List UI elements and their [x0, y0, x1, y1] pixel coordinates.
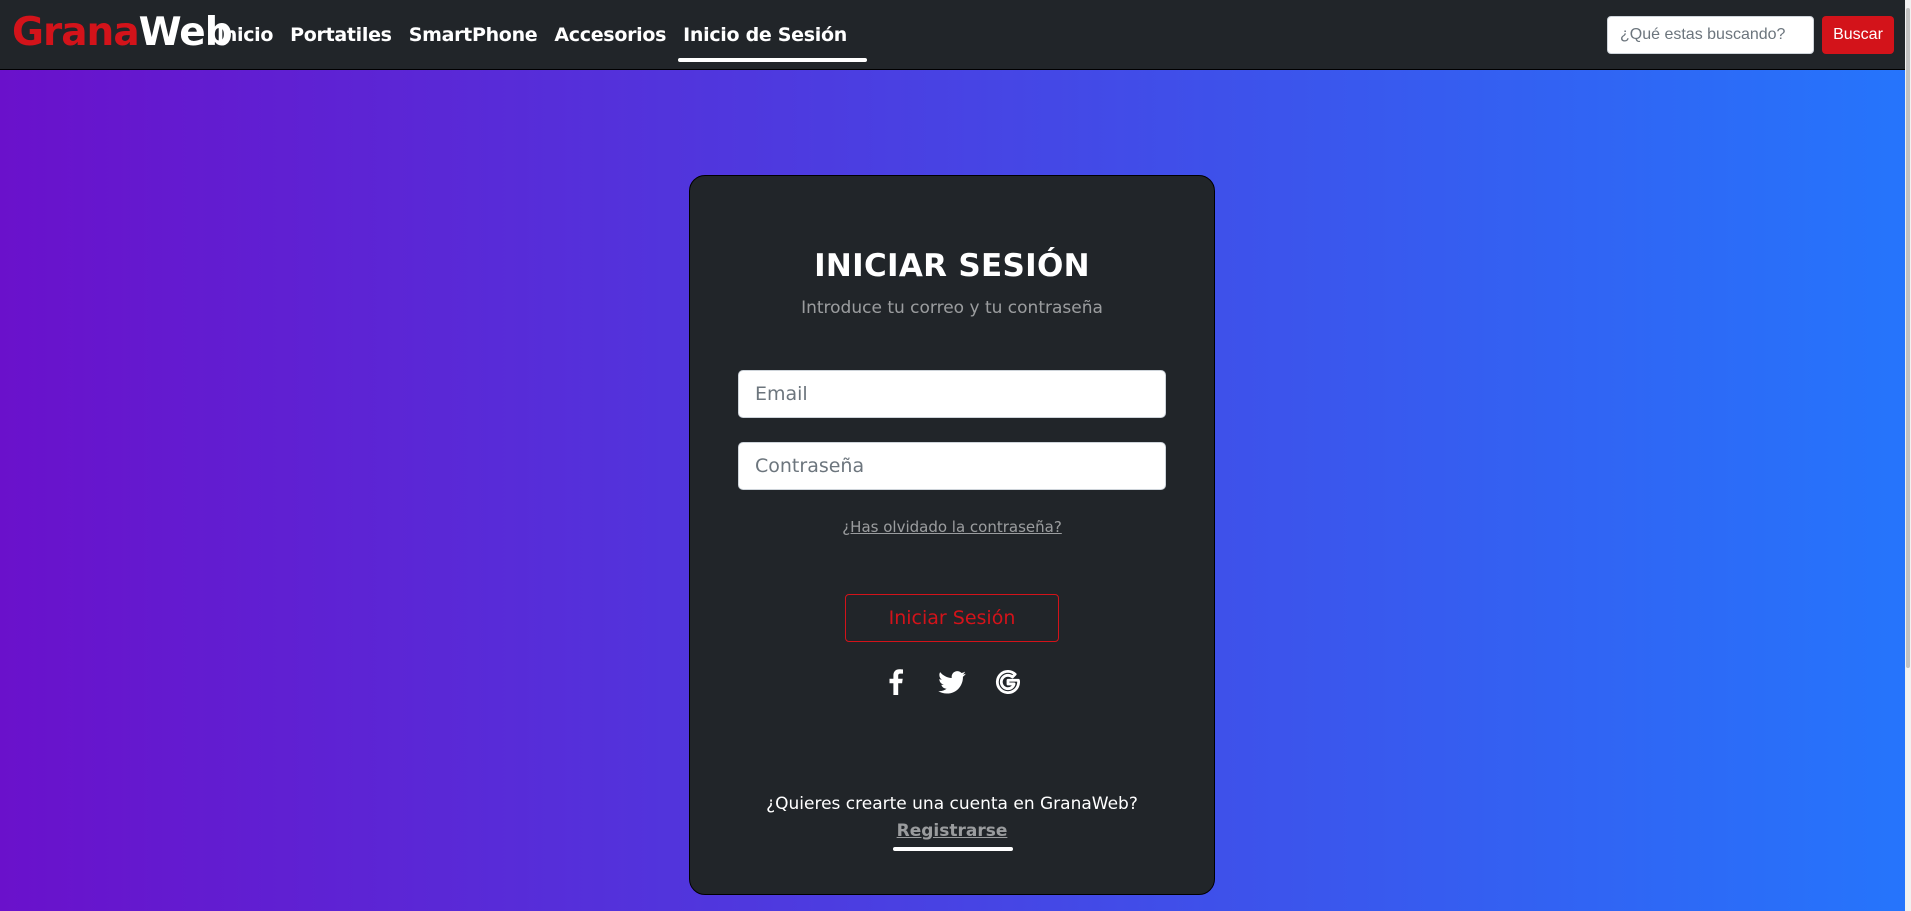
login-title: INICIAR SESIÓN — [814, 248, 1090, 284]
register-underline — [893, 847, 1013, 851]
register-prompt: ¿Quieres crearte una cuenta en GranaWeb? — [766, 794, 1138, 814]
password-field[interactable] — [738, 442, 1166, 490]
navbar: GranaWeb Inicio Portatiles SmartPhone Ac… — [0, 0, 1911, 70]
search-input[interactable] — [1607, 16, 1814, 54]
twitter-icon[interactable] — [936, 666, 968, 698]
nav-links: Inicio Portatiles SmartPhone Accesorios … — [217, 0, 867, 70]
email-field[interactable] — [738, 370, 1166, 418]
forgot-password-link[interactable]: ¿Has olvidado la contraseña? — [690, 518, 1214, 536]
nav-link-inicio-de-sesion[interactable]: Inicio de Sesión — [678, 24, 867, 62]
login-subtitle: Introduce tu correo y tu contraseña — [801, 298, 1103, 318]
brand-part-grana: Grana — [12, 10, 140, 55]
scrollbar-thumb[interactable] — [1906, 8, 1910, 668]
google-icon[interactable] — [992, 666, 1024, 698]
search-button[interactable]: Buscar — [1822, 16, 1894, 54]
nav-link-portatiles[interactable]: Portatiles — [290, 24, 392, 46]
login-submit-button[interactable]: Iniciar Sesión — [845, 594, 1059, 642]
nav-link-inicio[interactable]: Inicio — [217, 24, 273, 46]
brand-logo[interactable]: GranaWeb — [12, 9, 233, 57]
facebook-icon[interactable] — [880, 666, 912, 698]
nav-link-smartphone[interactable]: SmartPhone — [409, 24, 538, 46]
login-card: INICIAR SESIÓN Introduce tu correo y tu … — [689, 175, 1215, 895]
search-form: Buscar — [1607, 16, 1894, 54]
nav-link-accesorios[interactable]: Accesorios — [554, 24, 666, 46]
page-scrollbar[interactable] — [1905, 0, 1911, 911]
social-login-links — [690, 666, 1214, 698]
register-link[interactable]: Registrarse — [690, 821, 1214, 841]
